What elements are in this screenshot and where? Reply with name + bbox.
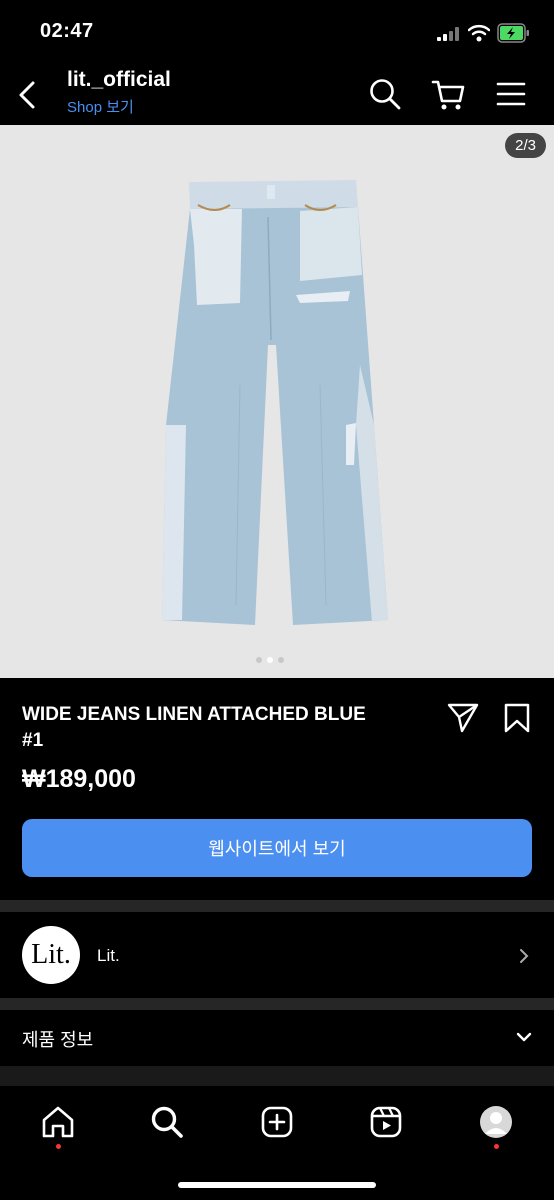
section-divider (0, 1066, 554, 1086)
shop-link[interactable]: Shop 보기 (67, 96, 134, 117)
battery-charging-icon (497, 23, 529, 43)
search-icon[interactable] (149, 1104, 185, 1140)
brand-row[interactable]: Lit. Lit. (0, 912, 554, 998)
back-chevron-icon[interactable] (14, 78, 42, 112)
home-notification-dot (56, 1144, 61, 1149)
search-icon[interactable] (368, 77, 402, 111)
carousel-dots (256, 657, 284, 663)
image-counter: 2/3 (505, 133, 546, 158)
carousel-dot-active (267, 657, 273, 663)
product-title: WIDE JEANS LINEN ATTACHED BLUE #1 (22, 704, 366, 751)
avatar-icon[interactable] (478, 1104, 514, 1140)
carousel-dot (278, 657, 284, 663)
carousel-dot (256, 657, 262, 663)
chevron-down-icon[interactable] (515, 1030, 533, 1044)
home-indicator (178, 1182, 376, 1188)
bookmark-icon[interactable] (502, 702, 532, 734)
brand-logo: Lit. (22, 926, 80, 984)
view-website-button[interactable]: 웹사이트에서 보기 (22, 819, 532, 877)
product-price: ₩189,000 (22, 765, 136, 793)
section-divider (0, 900, 554, 912)
product-image-carousel[interactable]: 2/3 (0, 125, 554, 678)
status-time: 02:47 (40, 20, 94, 42)
chevron-right-icon (520, 949, 529, 963)
send-icon[interactable] (446, 700, 480, 734)
product-image-jeans (162, 180, 388, 625)
reels-icon[interactable] (368, 1104, 404, 1140)
account-name[interactable]: lit._official (67, 68, 171, 92)
cellular-signal-icon (437, 27, 459, 41)
product-info-label[interactable]: 제품 정보 (22, 1026, 93, 1052)
wifi-icon (468, 25, 490, 42)
menu-icon[interactable] (494, 77, 528, 111)
plus-square-icon[interactable] (259, 1104, 295, 1140)
profile-notification-dot (494, 1144, 499, 1149)
home-icon[interactable] (40, 1104, 76, 1140)
cart-icon[interactable] (431, 77, 465, 111)
section-divider (0, 998, 554, 1010)
brand-name: Lit. (97, 946, 120, 965)
